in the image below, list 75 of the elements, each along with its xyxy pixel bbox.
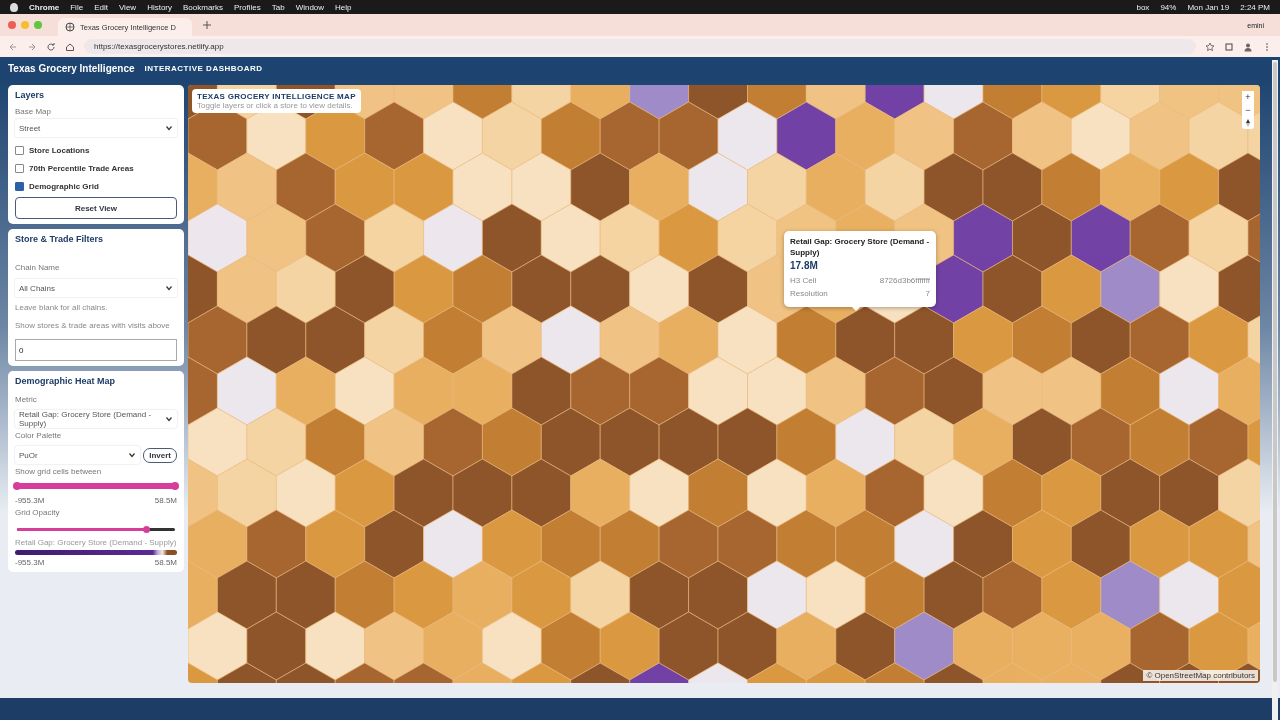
address-bar[interactable]: https://texasgrocerystores.netlify.app	[84, 39, 1196, 54]
menu-item[interactable]: Window	[295, 2, 325, 12]
menu-item[interactable]: History	[147, 2, 172, 12]
range-min: -955.3M	[15, 496, 45, 505]
menu-item[interactable]: Profiles	[234, 2, 261, 12]
checkbox[interactable]	[15, 146, 24, 155]
panel-title: Store & Trade Filters	[15, 234, 105, 244]
chevron-down-icon	[128, 451, 137, 459]
checkbox[interactable]	[15, 182, 24, 191]
checkbox-label[interactable]: Store Locations	[29, 146, 90, 155]
menu-item[interactable]: Edit	[94, 2, 108, 12]
checkbox-label[interactable]: Demographic Grid	[29, 182, 99, 191]
popup-row-value: 8726d3b6fffffff	[879, 276, 930, 286]
back-icon[interactable]	[8, 41, 18, 52]
chevron-down-icon	[165, 284, 173, 292]
visits-input[interactable]: 0	[15, 339, 177, 361]
chevron-down-icon	[165, 415, 173, 423]
menu-item[interactable]: Tab	[271, 2, 285, 12]
field-label: Base Map	[15, 107, 53, 116]
menu-item[interactable]: Bookmarks	[183, 2, 224, 12]
status-text: box	[1136, 2, 1150, 12]
star-icon[interactable]	[1205, 41, 1215, 52]
reset-view-button[interactable]: Reset View	[15, 197, 177, 219]
slider-handle[interactable]	[171, 482, 179, 490]
palette-dropdown[interactable]: PuOr	[15, 446, 141, 464]
chain-dropdown[interactable]: All Chains	[15, 279, 177, 297]
menu-item[interactable]: Help	[335, 2, 352, 12]
reload-icon[interactable]	[46, 41, 56, 52]
popup-title: Retail Gap: Grocery Store (Demand - Supply)	[790, 236, 930, 259]
apple-icon[interactable]	[10, 2, 18, 12]
field-label: Show stores & trade areas with visits above	[15, 321, 171, 330]
map-attribution[interactable]: © OpenStreetMap contributors	[1143, 670, 1258, 681]
field-label: Chain Name	[15, 263, 61, 272]
menu-item[interactable]: File	[70, 2, 84, 12]
hexagon-heatmap-drawing[interactable]	[188, 85, 1260, 683]
chevron-down-icon	[165, 124, 173, 132]
status-text: 2:24 PM	[1240, 2, 1270, 12]
legend-min: -955.3M	[15, 558, 45, 567]
scrollbar[interactable]	[1272, 60, 1278, 720]
avatar-icon[interactable]	[1243, 41, 1253, 52]
metric-dropdown[interactable]: Retail Gap: Grocery Store (Demand - Supply)	[15, 410, 177, 428]
slider-handle[interactable]	[13, 482, 21, 490]
status-text: 94%	[1160, 2, 1177, 12]
app-title: Texas Grocery Intelligence	[8, 62, 135, 74]
field-label: Metric	[15, 395, 38, 404]
map-subtitle: Toggle layers or click a store to view details.	[197, 101, 354, 110]
popup-value: 17.8M	[790, 260, 819, 272]
invert-button[interactable]: Invert	[143, 447, 177, 463]
map-title: TEXAS GROCERY INTELLIGENCE MAP	[197, 92, 356, 101]
home-icon[interactable]	[65, 41, 75, 52]
popup-label: H3 Cell	[790, 276, 817, 286]
checkbox-label[interactable]: 70th Percentile Trade Areas	[29, 164, 134, 173]
status-text: Mon Jan 19	[1187, 2, 1230, 12]
checkbox[interactable]	[15, 164, 24, 173]
legend-title: Retail Gap: Grocery Store (Demand - Supply)	[15, 538, 177, 547]
extension-icon[interactable]	[1224, 41, 1234, 52]
menu-item[interactable]: View	[118, 2, 137, 12]
menu-item[interactable]: Chrome	[29, 2, 60, 12]
popup-row-value: 7	[925, 289, 930, 299]
close-icon[interactable]	[8, 21, 16, 29]
panel-title: Demographic Heat Map	[15, 376, 117, 386]
hint-text: Leave blank for all chains.	[15, 303, 109, 312]
panel-title: Layers	[15, 90, 46, 100]
field-label: Grid Opacity	[15, 508, 61, 517]
globe-icon	[65, 22, 75, 32]
field-label: Color Palette	[15, 431, 63, 440]
field-label: Show grid cells between	[15, 467, 103, 476]
popup-label: Resolution	[790, 289, 828, 299]
opacity-slider[interactable]	[17, 528, 175, 531]
app-subtitle: INTERACTIVE DASHBOARD	[144, 63, 263, 73]
range-max: 58.5M	[154, 496, 177, 505]
legend-max: 58.5M	[154, 558, 177, 567]
base-map-dropdown[interactable]: Street	[15, 119, 177, 137]
slider-handle[interactable]	[143, 525, 151, 533]
forward-icon[interactable]	[27, 41, 37, 52]
